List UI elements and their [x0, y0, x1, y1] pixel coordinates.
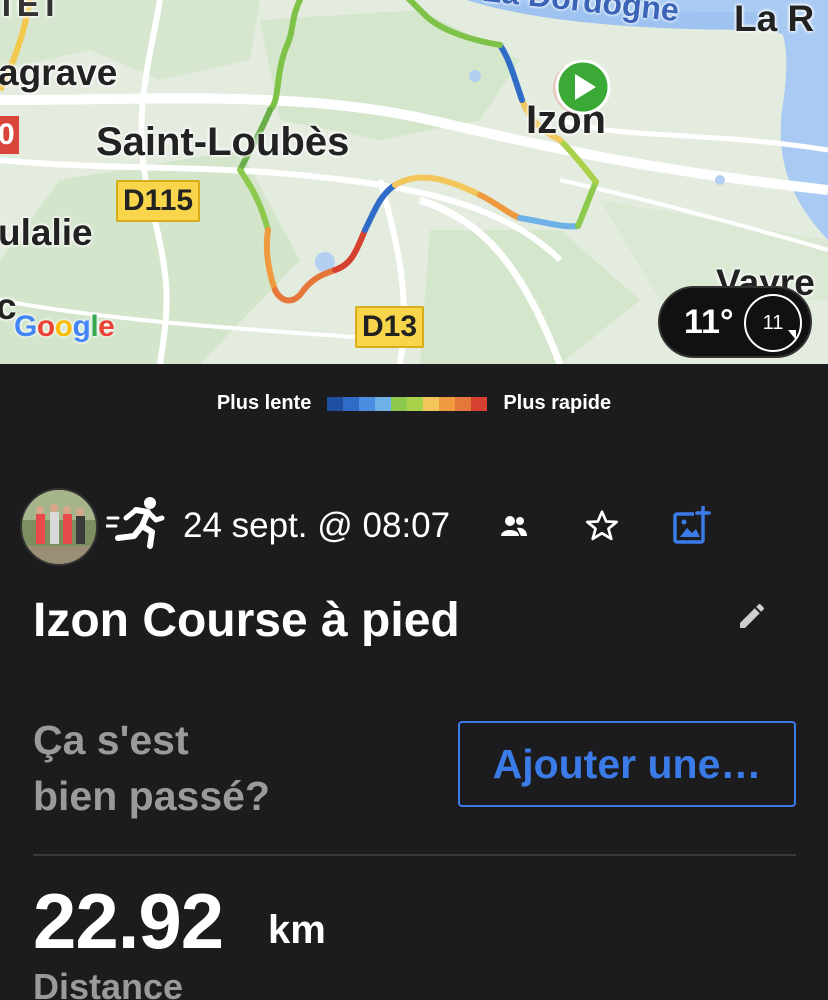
group-icon[interactable] [500, 514, 528, 543]
legend-fast-label: Plus rapide [503, 392, 612, 414]
legend-color-segment [375, 396, 392, 411]
run-icon [104, 494, 168, 561]
weather-widget[interactable]: 11° 11 [658, 286, 812, 358]
pencil-icon[interactable] [736, 600, 768, 637]
activity-title: Izon Course à pied [33, 594, 460, 647]
feedback-question-line: Ça s'est [33, 717, 189, 763]
legend-slow-label: Plus lente [216, 392, 312, 414]
weather-temperature: 11° [684, 302, 734, 341]
star-icon[interactable] [584, 508, 620, 549]
wind-direction-icon [788, 330, 796, 340]
legend-color-segment [439, 396, 456, 411]
google-letter: e [98, 310, 115, 343]
distance-value: 22.92 [33, 877, 224, 965]
google-letter: G [14, 310, 37, 343]
feedback-question-line: bien passé? [33, 773, 270, 819]
road-badge-d115: D115 [116, 180, 201, 222]
map-label-fragment: TET [0, 0, 61, 24]
google-letter: o [36, 310, 55, 343]
start-marker-icon [548, 59, 614, 127]
avatar[interactable] [20, 488, 98, 566]
divider [33, 854, 796, 856]
google-letter: o [54, 310, 73, 343]
road-badge-d13: D13 [355, 306, 425, 348]
route-map[interactable]: TET agrave Saint-Loubès ulalie c Izon La… [0, 0, 828, 364]
distance-label: Distance [33, 966, 184, 1000]
map-label-eulalie: ulalie [0, 212, 93, 253]
google-letter: l [90, 310, 99, 343]
legend-color-segment [391, 396, 408, 411]
legend-color-segment [359, 396, 376, 411]
map-label-saint-loubes: Saint-Loubès [96, 120, 350, 164]
activity-date: 24 sept. @ 08:07 [183, 506, 451, 545]
wind-indicator-icon: 11 [744, 294, 802, 352]
google-logo: Google [14, 310, 115, 344]
add-description-button[interactable]: Ajouter une… [458, 721, 796, 807]
pace-legend: Plus lente Plus rapide [0, 392, 828, 415]
legend-color-segment [343, 396, 360, 411]
legend-color-segment [455, 396, 472, 411]
legend-color-segment [327, 396, 344, 411]
feedback-question: Ça s'est bien passé? [33, 712, 270, 824]
wind-speed: 11 [762, 311, 784, 334]
legend-color-segment [471, 396, 488, 411]
distance-unit: km [268, 908, 326, 952]
google-letter: g [72, 310, 91, 343]
road-badge-red: 0 [0, 116, 19, 154]
map-label-lagrave: agrave [0, 52, 118, 93]
map-label-la-r: La R [734, 0, 815, 39]
legend-color-segment [407, 396, 424, 411]
legend-color-bar [327, 396, 488, 411]
add-photo-icon[interactable] [672, 505, 712, 551]
legend-color-segment [423, 396, 440, 411]
